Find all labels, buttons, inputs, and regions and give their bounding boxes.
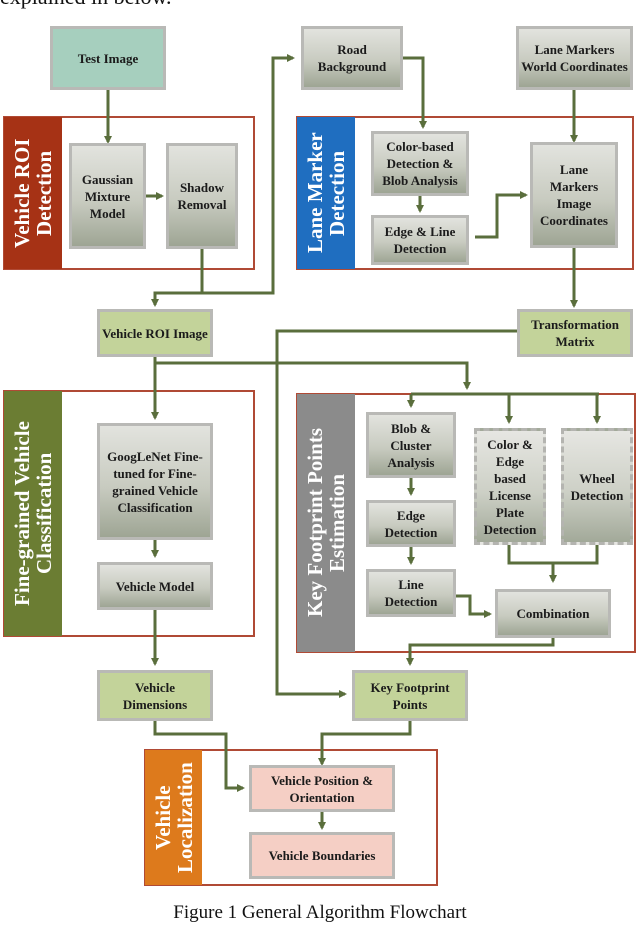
wire-shadow-to-roi xyxy=(151,248,204,307)
node-test-image: Test Image xyxy=(50,26,166,90)
node-road-background: Road Background xyxy=(301,26,403,90)
node-gaussian-mixture-model: Gaussian Mixture Model xyxy=(69,143,146,249)
wire-road-to-color xyxy=(403,56,427,129)
node-key-footprint-points: Key Footprint Points xyxy=(352,670,468,721)
node-vehicle-dimensions: Vehicle Dimensions xyxy=(97,670,213,721)
node-edge-detection: Edge Detection xyxy=(366,500,456,547)
node-googlenet: GoogLeNet Fine-tuned for Fine-grained Ve… xyxy=(97,423,213,540)
wire-license-wheel-to-comb xyxy=(507,545,599,581)
node-blob-cluster-analysis: Blob & Cluster Analysis xyxy=(366,412,456,478)
node-wheel-detection: Wheel Detection xyxy=(561,428,633,545)
node-vehicle-boundaries: Vehicle Boundaries xyxy=(249,832,395,879)
wire-keyfootprint-to-position xyxy=(318,721,412,766)
node-color-blob-analysis: Color-based Detection & Blob Analysis xyxy=(371,131,469,196)
wire-dimensions-to-position xyxy=(153,721,245,792)
node-vehicle-roi-image: Vehicle ROI Image xyxy=(97,309,213,357)
wire-comb-to-keyfootprint xyxy=(406,638,555,666)
node-license-plate-detection: Color & Edge based License Plate Detecti… xyxy=(474,428,546,545)
node-vehicle-position-orientation: Vehicle Position & Orientation xyxy=(249,765,395,812)
node-shadow-removal: Shadow Removal xyxy=(166,143,238,249)
node-lane-markers-world: Lane Markers World Coordinates xyxy=(516,26,633,90)
figure-caption: Figure 1 General Algorithm Flowchart xyxy=(173,902,467,923)
wire-roi-to-footprint xyxy=(155,361,471,390)
node-combination: Combination xyxy=(495,589,611,638)
wire-line-to-combination xyxy=(456,594,492,618)
node-transformation-matrix: Transformation Matrix xyxy=(517,309,633,357)
node-vehicle-model: Vehicle Model xyxy=(97,562,213,610)
node-line-detection: Line Detection xyxy=(366,569,456,617)
node-edge-line-detection: Edge & Line Detection xyxy=(371,215,469,265)
node-lane-markers-image: Lane Markers Image Coordinates xyxy=(530,142,618,248)
wire-edgeline-to-lmimage xyxy=(475,191,528,239)
